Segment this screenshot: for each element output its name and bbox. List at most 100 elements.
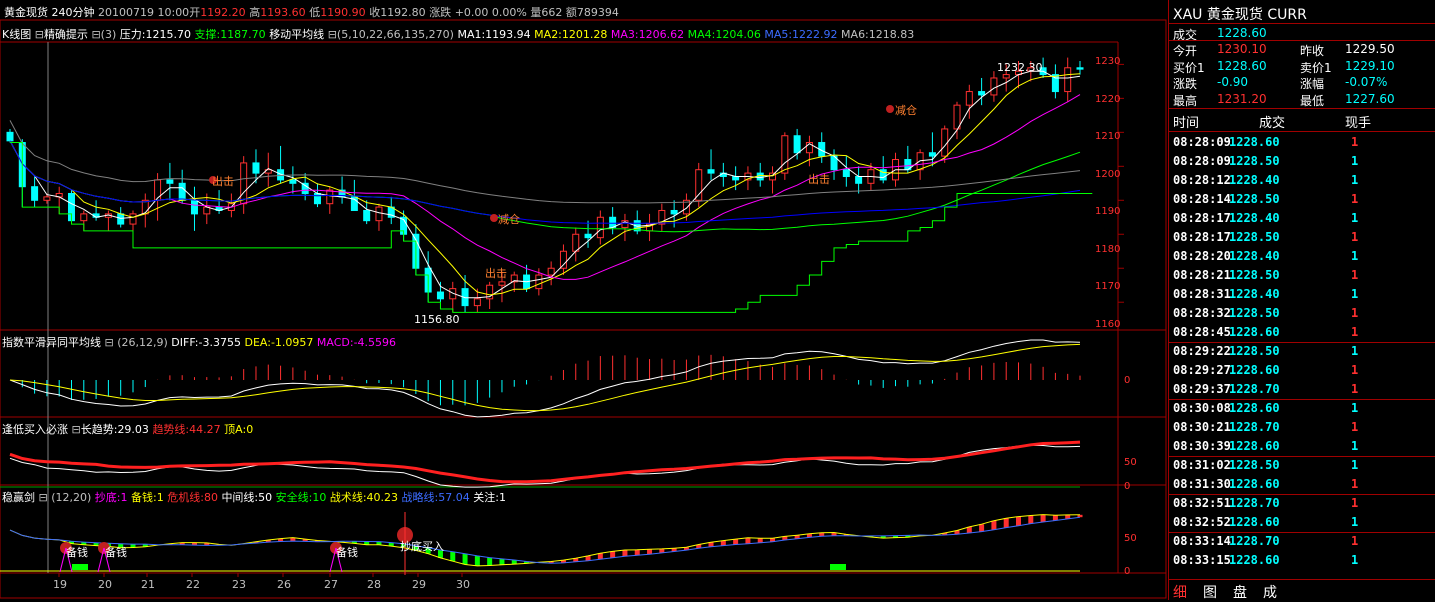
tick-volume: 1 — [1351, 534, 1359, 548]
tick-price: 1228.60 — [1229, 325, 1280, 339]
ma3-line — [9, 94, 1081, 280]
candle-body — [953, 104, 961, 130]
signal-label: 出击 — [212, 175, 234, 188]
lo-label: 最低 — [1300, 94, 1325, 108]
divider — [1169, 494, 1435, 495]
collapse-icon[interactable]: ⊟ — [72, 423, 81, 436]
y-tick: 1180 — [1095, 244, 1121, 255]
quote-title: XAU 黄金现货 CURR — [1173, 7, 1307, 23]
tab-detail[interactable]: 细 — [1173, 582, 1187, 602]
tick-volume: 1 — [1351, 249, 1359, 263]
x-tick-label: 30 — [456, 578, 470, 591]
tick-volume: 1 — [1351, 192, 1359, 206]
collapse-icon[interactable]: ⊟ — [39, 491, 48, 504]
candle-body — [80, 213, 88, 222]
tick-price: 1228.70 — [1229, 534, 1280, 548]
tick-price: 1228.50 — [1229, 306, 1280, 320]
kline-title[interactable]: K线图 — [2, 28, 31, 41]
tick-time: 08:28:21 — [1173, 268, 1231, 282]
volume-value: 662 — [541, 6, 563, 19]
chg-value: -0.90 — [1217, 75, 1249, 89]
amount-value: 789394 — [576, 6, 619, 19]
tick-price: 1228.60 — [1229, 515, 1280, 529]
candle-body — [313, 192, 321, 205]
y-tick: 1210 — [1095, 131, 1121, 142]
candle-body — [965, 91, 973, 106]
low-mark: 1156.80 — [414, 313, 460, 326]
change-value: +0.00 — [454, 6, 489, 19]
collapse-icon[interactable]: ⊟ — [105, 336, 114, 349]
tick-volume: 1 — [1351, 553, 1359, 567]
kline-chart-svg[interactable] — [0, 0, 1168, 600]
strategy-line — [9, 516, 1081, 564]
win-params: (12,20) — [51, 491, 92, 504]
candle-body — [609, 216, 617, 228]
win-title[interactable]: 稳赢剑 — [2, 491, 35, 504]
low-value: 1190.90 — [320, 6, 366, 19]
tab-chart[interactable]: 图 — [1203, 582, 1217, 602]
tick-volume: 1 — [1351, 363, 1359, 377]
middle-field: 中间线:50 — [221, 491, 273, 504]
tick-price: 1228.60 — [1229, 135, 1280, 149]
tick-time: 08:30:21 — [1173, 420, 1231, 434]
y-tick: 1220 — [1095, 94, 1121, 105]
ask-label: 卖价1 — [1300, 61, 1332, 75]
dea-value: DEA:-1.0957 — [244, 336, 314, 349]
collapse-icon[interactable]: ⊟ — [328, 28, 337, 41]
tab-book[interactable]: 盘 — [1233, 582, 1247, 602]
trend-line-label: 趋势线: — [152, 423, 190, 436]
candle-body — [1064, 67, 1072, 93]
candle-body — [154, 179, 162, 201]
tick-price: 1228.60 — [1229, 363, 1280, 377]
tick-time: 08:33:15 — [1173, 553, 1231, 567]
candle-body — [547, 267, 555, 276]
tick-time: 08:31:02 — [1173, 458, 1231, 472]
candle-body — [732, 176, 740, 181]
ticks-vol-header: 现手 — [1345, 116, 1372, 131]
strategy-field: 战略线:57.04 — [401, 491, 470, 504]
tick-time: 08:28:09 — [1173, 154, 1231, 168]
low-label: 低 — [309, 6, 321, 19]
tick-volume: 1 — [1351, 135, 1359, 149]
tick-volume: 1 — [1351, 306, 1359, 320]
last-value: 1228.60 — [1217, 26, 1267, 40]
divider — [1169, 532, 1435, 533]
top-value: 0 — [246, 423, 254, 436]
collapse-icon[interactable]: ⊟ — [91, 28, 100, 41]
candle-body — [43, 196, 51, 201]
candle-body — [793, 135, 801, 154]
divider — [1169, 456, 1435, 457]
ma-title[interactable]: 移动平均线 — [269, 28, 324, 41]
open-label: 开 — [189, 6, 201, 19]
tick-time: 08:30:08 — [1173, 401, 1231, 415]
tick-price: 1228.60 — [1229, 553, 1280, 567]
buy-label: 抄底买入 — [400, 540, 444, 553]
safe-field: 安全线:10 — [275, 491, 327, 504]
tick-time: 08:29:22 — [1173, 344, 1231, 358]
collapse-icon[interactable]: ⊟ — [35, 28, 44, 41]
main-legend: K线图 ⊟精确提示 ⊟(3) 压力:1215.70 支撑:1187.70 移动平… — [2, 26, 914, 42]
money-label: 备钱 — [336, 546, 358, 559]
candle-body — [670, 209, 678, 215]
macd-title[interactable]: 指数平滑异同平均线 — [2, 336, 101, 349]
divider — [1169, 108, 1435, 109]
hint-title[interactable]: 精确提示 — [44, 28, 88, 41]
tick-price: 1228.40 — [1229, 287, 1280, 301]
trend-title[interactable]: 逢低买入必涨 — [2, 423, 68, 436]
chgp-label: 涨幅 — [1300, 77, 1325, 91]
tick-volume: 1 — [1351, 401, 1359, 415]
chart-area[interactable]: 黄金现货 240分钟 20100719 10:00开1192.20 高1193.… — [0, 0, 1168, 600]
support-label: 支撑: — [194, 28, 221, 41]
candle-body — [129, 213, 137, 225]
ma6-value: MA6:1218.83 — [841, 28, 915, 41]
candle-body — [31, 186, 39, 201]
candle-body — [252, 162, 260, 174]
tab-trades[interactable]: 成 — [1263, 582, 1277, 602]
divider — [1169, 131, 1435, 132]
x-tick-label: 23 — [232, 578, 246, 591]
y-tick: 1230 — [1095, 56, 1121, 67]
signal-label: 出击 — [485, 267, 507, 280]
close-label: 收 — [369, 6, 381, 19]
divider — [1169, 342, 1435, 343]
ask-value: 1229.10 — [1345, 59, 1395, 73]
